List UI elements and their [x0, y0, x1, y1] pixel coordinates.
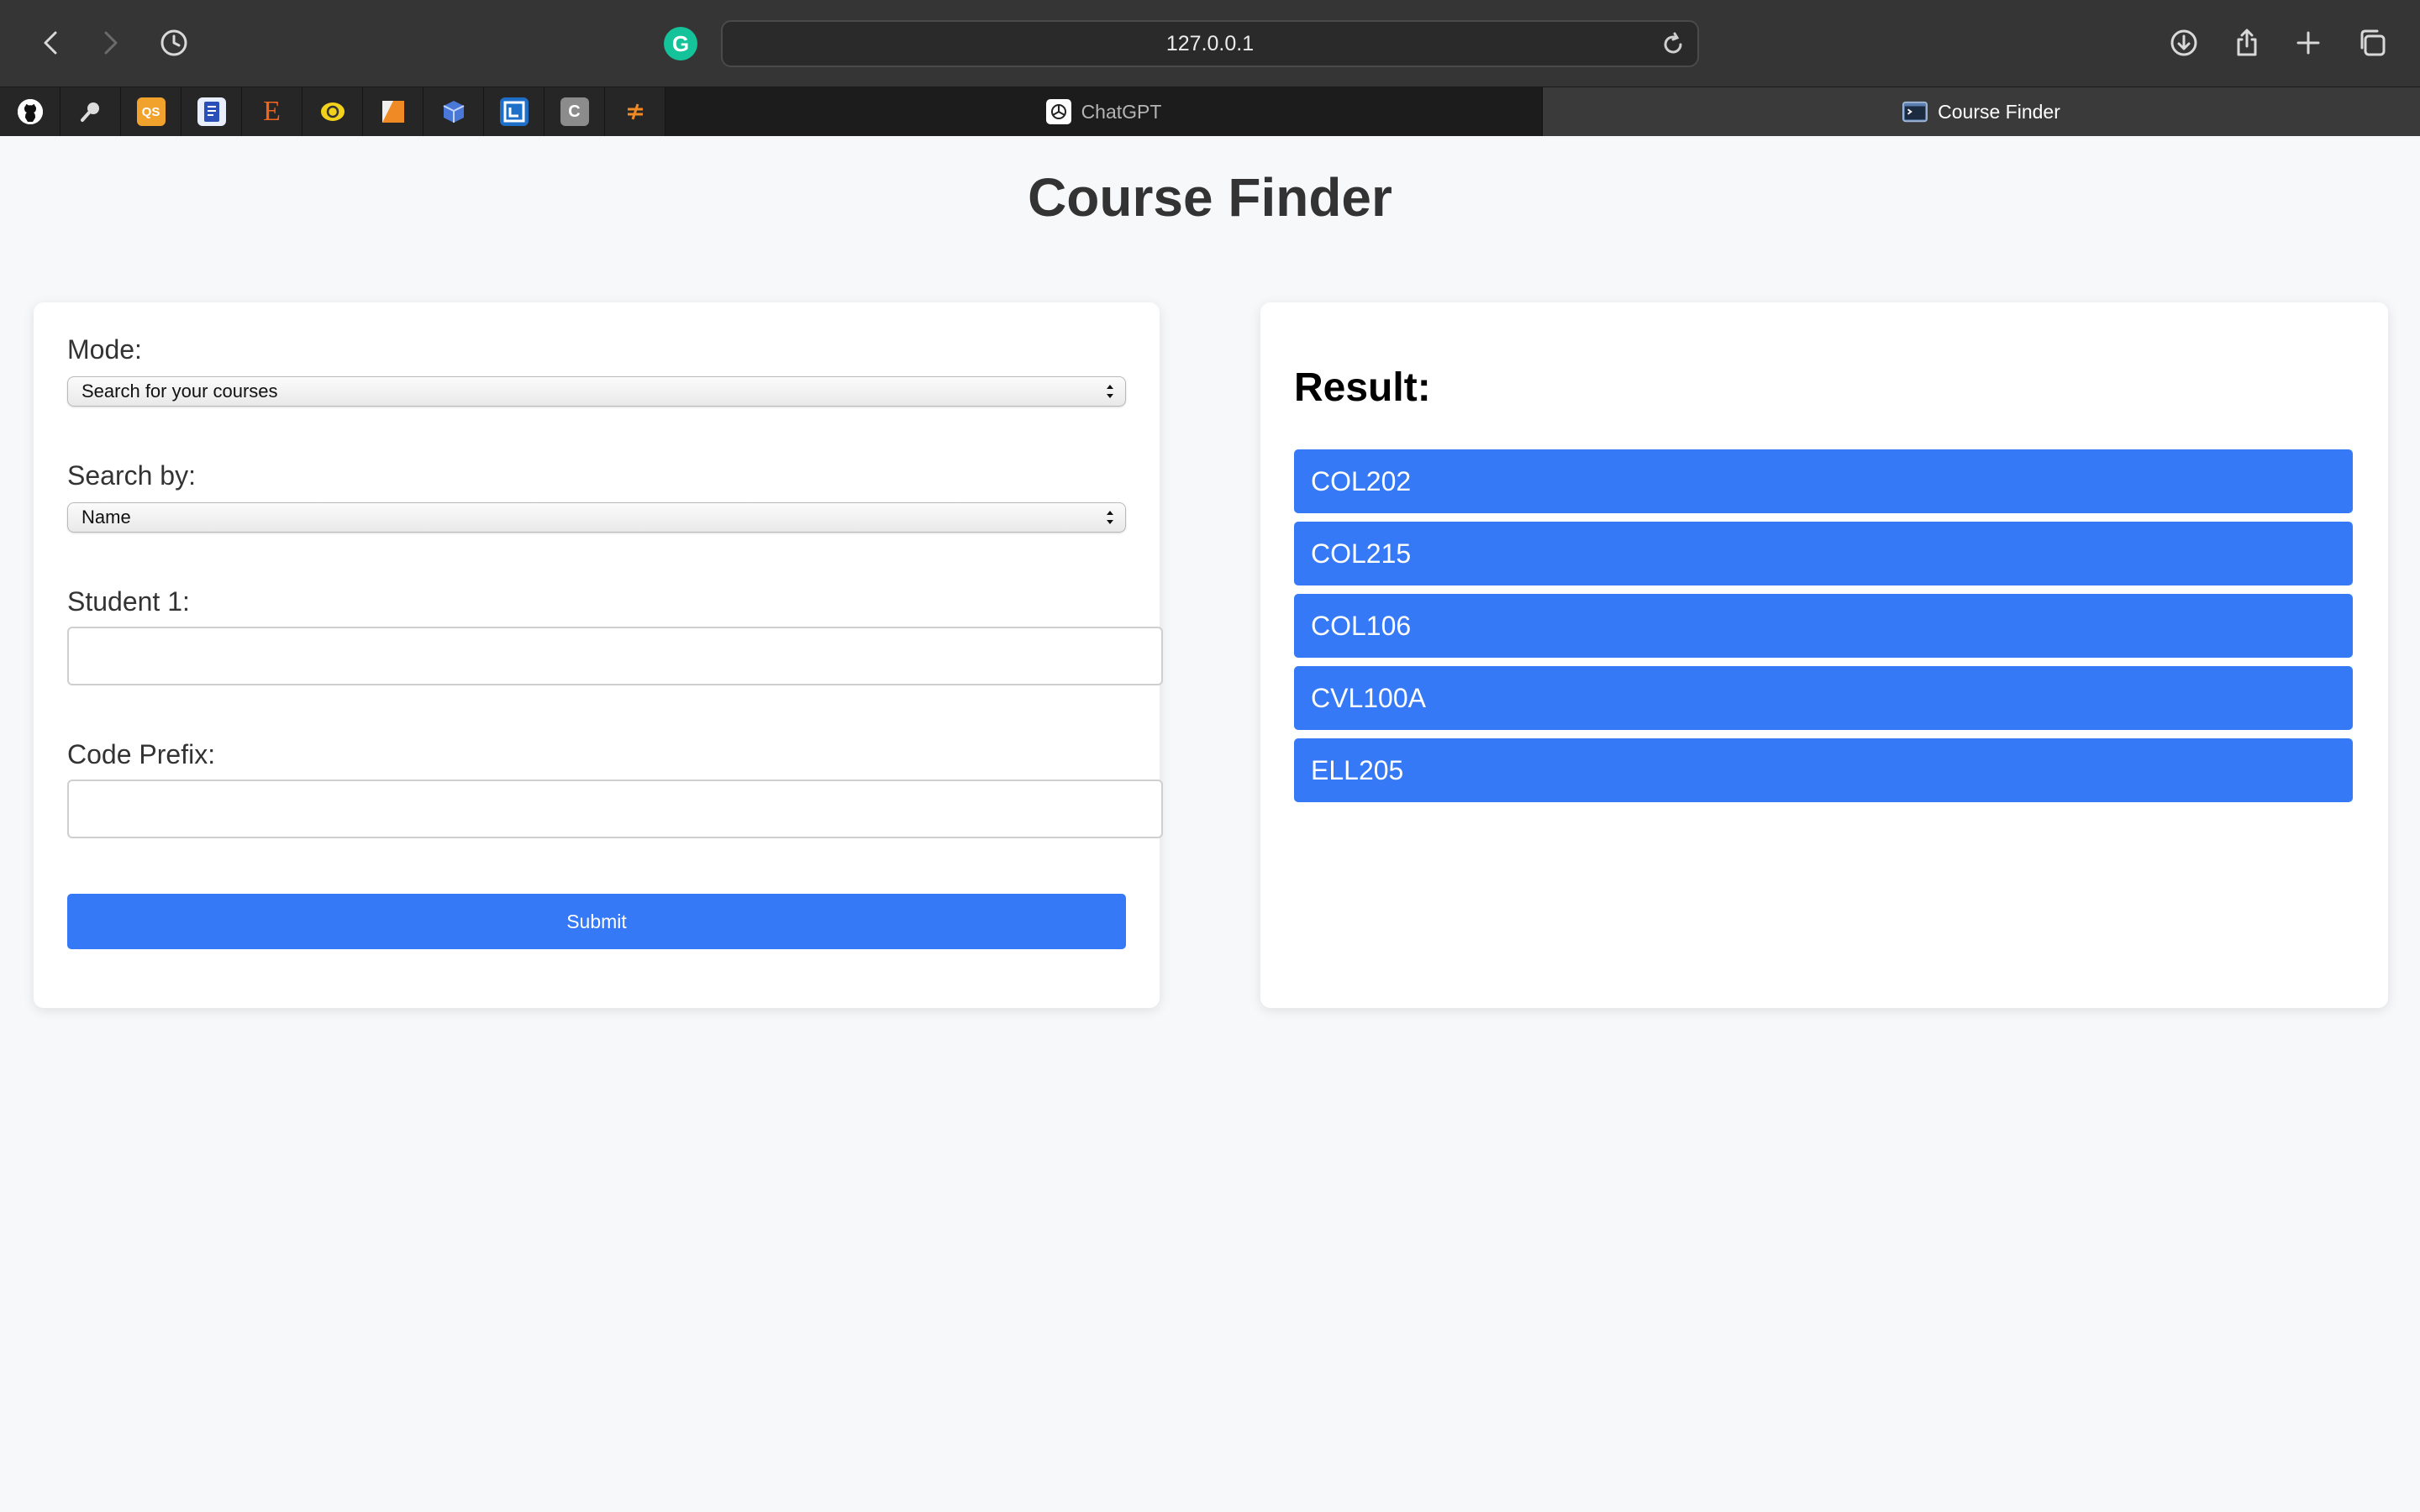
- back-button[interactable]: [32, 24, 71, 62]
- qs-icon: QS: [136, 97, 166, 126]
- share-icon: [2237, 29, 2257, 56]
- chevron-left-icon: [44, 31, 57, 55]
- chevron-right-icon: [104, 31, 118, 55]
- address-bar[interactable]: 127.0.0.1: [721, 20, 1699, 67]
- result-heading: Result:: [1294, 365, 1431, 410]
- pinned-tab-qs[interactable]: QS: [121, 87, 182, 136]
- magnifier-icon: [76, 97, 105, 126]
- smiley-icon: [318, 97, 347, 126]
- code-prefix-input[interactable]: [67, 780, 1163, 838]
- student-1-input[interactable]: [67, 627, 1163, 685]
- mode-select-value: Search for your courses: [82, 381, 278, 402]
- plus-icon: [2296, 31, 2320, 55]
- search-by-select[interactable]: Name: [67, 502, 1126, 533]
- tab-course-finder[interactable]: Course Finder: [1543, 87, 2420, 136]
- clock-icon: [160, 29, 187, 56]
- result-card: Result: COL202 COL215 COL106 CVL100A ELL…: [1260, 302, 2388, 1008]
- c-icon: C: [560, 97, 589, 126]
- search-by-select-value: Name: [82, 507, 131, 528]
- result-item[interactable]: ELL205: [1294, 738, 2353, 802]
- student-1-label: Student 1:: [67, 586, 190, 617]
- pinned-tab-smiley[interactable]: [302, 87, 363, 136]
- tab-label: ChatGPT: [1081, 100, 1162, 123]
- grammarly-icon[interactable]: G: [664, 27, 697, 60]
- pinned-tab-orange[interactable]: [363, 87, 424, 136]
- cube-icon: [439, 97, 468, 126]
- result-item[interactable]: COL106: [1294, 594, 2353, 658]
- submit-button[interactable]: Submit: [67, 894, 1126, 949]
- etsy-icon: E: [263, 96, 281, 127]
- github-icon: [17, 99, 43, 124]
- downloads-button[interactable]: [2165, 24, 2203, 62]
- sync-icon: [621, 97, 650, 126]
- select-arrows-icon: [1107, 511, 1113, 524]
- reload-icon[interactable]: [1660, 32, 1686, 57]
- book-icon: [197, 97, 226, 126]
- select-arrows-icon: [1107, 385, 1113, 398]
- tab-bar: QS E C ChatGPT Course Finder: [0, 87, 2420, 136]
- mode-select[interactable]: Search for your courses: [67, 376, 1126, 407]
- result-item[interactable]: COL202: [1294, 449, 2353, 513]
- frame-icon: [499, 97, 529, 126]
- new-tab-button[interactable]: [2289, 24, 2328, 62]
- search-form-card: Mode: Search for your courses Search by:…: [34, 302, 1163, 1008]
- pinned-tab-frame[interactable]: [484, 87, 544, 136]
- orange-square-icon: [379, 97, 408, 126]
- search-by-label: Search by:: [67, 460, 196, 491]
- result-item[interactable]: CVL100A: [1294, 666, 2353, 730]
- chatgpt-icon: [1045, 99, 1071, 124]
- terminal-icon: [1902, 99, 1928, 124]
- pinned-tab-sync[interactable]: [605, 87, 666, 136]
- history-button[interactable]: [155, 24, 193, 62]
- tab-chatgpt[interactable]: ChatGPT: [666, 87, 1543, 136]
- code-prefix-label: Code Prefix:: [67, 739, 216, 769]
- browser-toolbar: G 127.0.0.1: [0, 0, 2420, 87]
- download-icon: [2170, 29, 2197, 56]
- pinned-tab-book[interactable]: [182, 87, 242, 136]
- pinned-tab-cube[interactable]: [424, 87, 484, 136]
- share-button[interactable]: [2228, 24, 2266, 62]
- pinned-tab-github[interactable]: [0, 87, 60, 136]
- result-list: COL202 COL215 COL106 CVL100A ELL205: [1294, 449, 2353, 811]
- tab-label: Course Finder: [1938, 100, 2060, 123]
- result-item[interactable]: COL215: [1294, 522, 2353, 585]
- page-title: Course Finder: [1028, 167, 1392, 228]
- pinned-tab-c[interactable]: C: [544, 87, 605, 136]
- url-text: 127.0.0.1: [1165, 31, 1255, 55]
- mode-label: Mode:: [67, 334, 142, 365]
- tab-overview-button[interactable]: [2353, 24, 2391, 62]
- pinned-tab-search[interactable]: [60, 87, 121, 136]
- pinned-tab-etsy[interactable]: E: [242, 87, 302, 136]
- tabs-overview-icon: [2360, 29, 2386, 56]
- forward-button[interactable]: [91, 24, 129, 62]
